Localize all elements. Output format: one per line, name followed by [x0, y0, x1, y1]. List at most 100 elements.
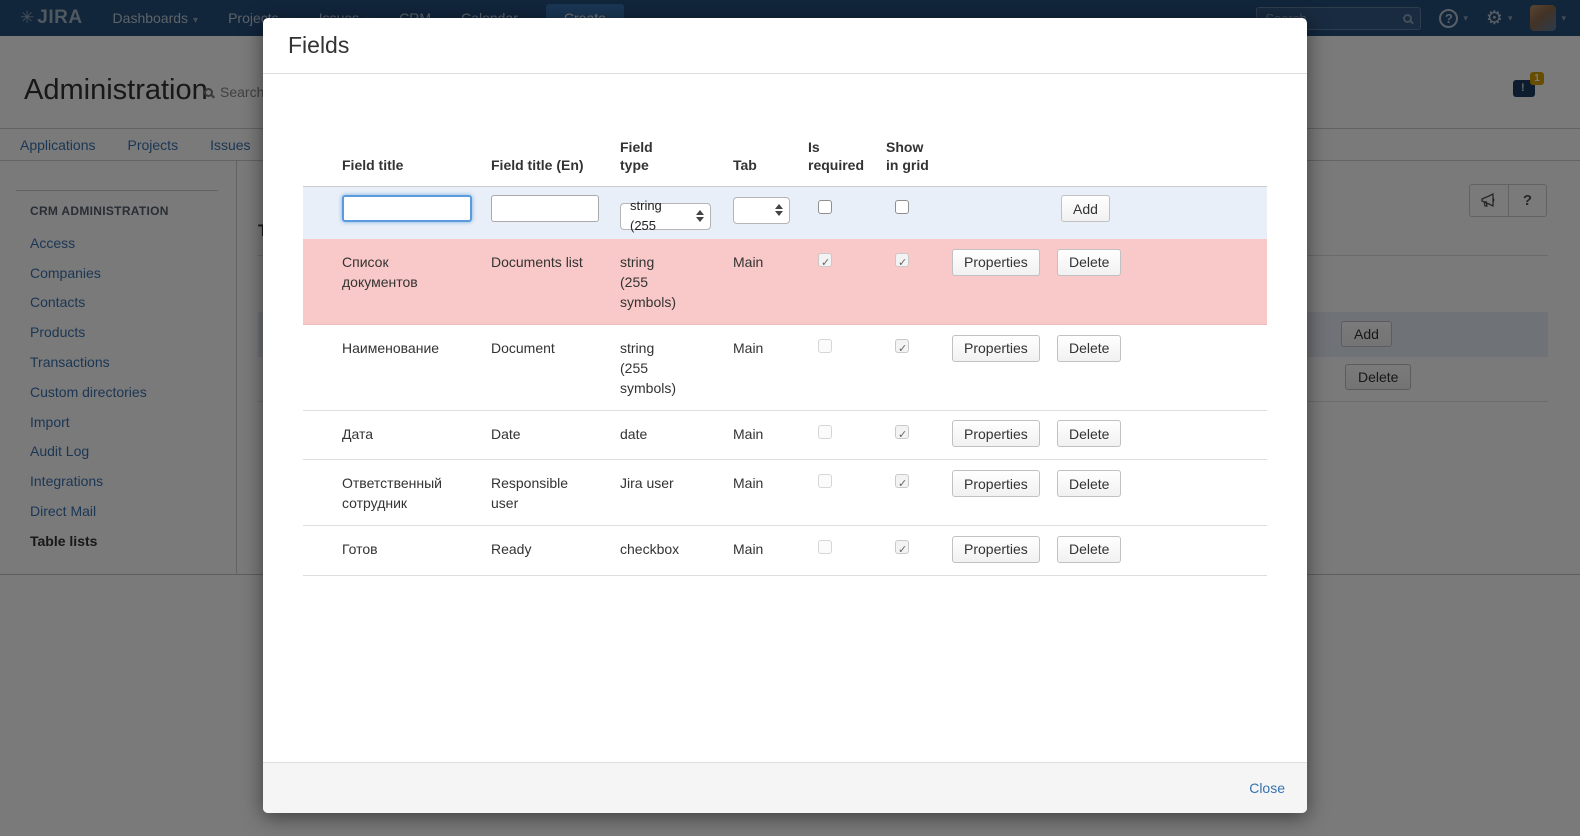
- is-required-checkbox[interactable]: [818, 540, 832, 554]
- field-title-cell: [342, 195, 491, 230]
- page: ✳ JIRA Dashboards▾Projects▾Issues▾CRMCal…: [0, 0, 1580, 836]
- spacer: [952, 195, 1052, 230]
- delete-button[interactable]: Delete: [1057, 470, 1121, 497]
- field-title-cell: Ответственный сотрудник: [342, 473, 491, 513]
- is-required-cell: [808, 473, 886, 513]
- show-in-grid-cell: [886, 473, 952, 513]
- dialog-title: Fields: [288, 32, 349, 59]
- is-required-checkbox[interactable]: [818, 200, 832, 214]
- field-row: НаименованиеDocumentstring (255 symbols)…: [303, 325, 1267, 411]
- fields-table-header: Field titleField title (En)Field typeTab…: [303, 74, 1267, 187]
- field-title-en-cell: Documents list: [491, 252, 620, 312]
- tab-value: Main: [733, 473, 808, 513]
- field-title-en-value: Date: [491, 424, 521, 444]
- delete-cell: Delete: [1052, 424, 1267, 448]
- is-required-cell: [808, 252, 886, 312]
- show-in-grid-cell: [886, 338, 952, 398]
- tab-cell: [733, 195, 808, 230]
- field-type-select[interactable]: string (255: [620, 203, 711, 230]
- add-field-button[interactable]: Add: [1061, 195, 1110, 222]
- fields-dialog: Fields Field titleField title (En)Field …: [263, 18, 1307, 813]
- field-type-value: date: [620, 424, 647, 444]
- dialog-footer: Close: [263, 762, 1307, 813]
- show-in-grid-checkbox[interactable]: [895, 339, 909, 353]
- show-in-grid-checkbox[interactable]: [895, 200, 909, 214]
- field-row: ДатаDatedateMainPropertiesDelete: [303, 411, 1267, 461]
- field-title-input[interactable]: [342, 195, 472, 222]
- column-header-field-type: Field type: [620, 138, 733, 174]
- show-in-grid-cell: [886, 424, 952, 448]
- field-title-en-cell: [491, 195, 620, 230]
- delete-cell: Delete: [1052, 473, 1267, 513]
- fields-table-rows: Список документов Documents liststring (2…: [303, 239, 1267, 576]
- is-required-checkbox[interactable]: [818, 253, 832, 267]
- field-type-cell: Jira user: [620, 473, 733, 513]
- column-header-label: Field title: [342, 156, 403, 174]
- column-header-show-in-grid: Show in grid: [886, 138, 952, 174]
- field-title-value: Ответственный сотрудник: [342, 473, 448, 513]
- new-field-row: string (255 Add: [303, 187, 1267, 239]
- drag-cell: [303, 338, 342, 398]
- field-type-value: string (255: [630, 196, 690, 236]
- properties-cell: Properties: [952, 338, 1052, 398]
- show-in-grid-checkbox[interactable]: [895, 540, 909, 554]
- select-stepper-icon: [775, 204, 783, 216]
- field-type-cell: checkbox: [620, 539, 733, 563]
- field-row: Список документов Documents liststring (2…: [303, 239, 1267, 325]
- column-header-is-required: Is required: [808, 138, 886, 174]
- delete-cell: Delete: [1052, 338, 1267, 398]
- is-required-cell: [808, 338, 886, 398]
- field-type-cell: date: [620, 424, 733, 448]
- properties-cell: Properties: [952, 252, 1052, 312]
- properties-button[interactable]: Properties: [952, 536, 1040, 563]
- column-header-label: Tab: [733, 156, 757, 174]
- add-cell: Add: [1052, 195, 1267, 230]
- show-in-grid-checkbox[interactable]: [895, 253, 909, 267]
- delete-cell: Delete: [1052, 252, 1267, 312]
- tab-value: Main: [733, 252, 808, 312]
- field-type-value: string (255 symbols): [620, 338, 682, 398]
- field-row: Готов Ready checkboxMain Properties Delete: [303, 526, 1267, 576]
- field-title-value: Готов: [342, 539, 378, 559]
- is-required-cell: [808, 195, 886, 230]
- column-header-field-title: Field title: [342, 156, 491, 174]
- tab-select[interactable]: [733, 197, 790, 224]
- properties-button[interactable]: Properties: [952, 470, 1040, 497]
- field-title-en-cell: Document: [491, 338, 620, 398]
- delete-button[interactable]: Delete: [1057, 420, 1121, 447]
- field-title-en-value: Responsible user: [491, 473, 587, 513]
- is-required-checkbox[interactable]: [818, 474, 832, 488]
- delete-button[interactable]: Delete: [1057, 536, 1121, 563]
- column-header-label: Field type: [620, 138, 682, 174]
- field-type-cell: string (255 symbols): [620, 252, 733, 312]
- close-link[interactable]: Close: [1249, 780, 1285, 796]
- is-required-checkbox[interactable]: [818, 425, 832, 439]
- properties-button[interactable]: Properties: [952, 335, 1040, 362]
- field-title-cell: Готов: [342, 539, 491, 563]
- tab-value: Main: [733, 539, 808, 563]
- field-title-cell: Дата: [342, 424, 491, 448]
- field-title-value: Список документов: [342, 252, 448, 292]
- field-title-en-value: Ready: [491, 539, 531, 559]
- field-type-value: string (255 symbols): [620, 252, 682, 312]
- drag-cell: [303, 252, 342, 312]
- show-in-grid-cell: [886, 252, 952, 312]
- delete-button[interactable]: Delete: [1057, 249, 1121, 276]
- show-in-grid-checkbox[interactable]: [895, 474, 909, 488]
- show-in-grid-checkbox[interactable]: [895, 425, 909, 439]
- field-title-value: Дата: [342, 424, 373, 444]
- properties-button[interactable]: Properties: [952, 249, 1040, 276]
- show-in-grid-cell: [886, 539, 952, 563]
- properties-button[interactable]: Properties: [952, 420, 1040, 447]
- is-required-cell: [808, 424, 886, 448]
- dialog-body: Field titleField title (En)Field typeTab…: [263, 74, 1307, 762]
- delete-button[interactable]: Delete: [1057, 335, 1121, 362]
- is-required-checkbox[interactable]: [818, 339, 832, 353]
- field-title-en-value: Document: [491, 338, 555, 358]
- field-title-en-cell: Responsible user: [491, 473, 620, 513]
- field-title-en-input[interactable]: [491, 195, 599, 222]
- properties-cell: Properties: [952, 473, 1052, 513]
- select-stepper-icon: [696, 210, 704, 222]
- spacer: [303, 195, 342, 230]
- is-required-cell: [808, 539, 886, 563]
